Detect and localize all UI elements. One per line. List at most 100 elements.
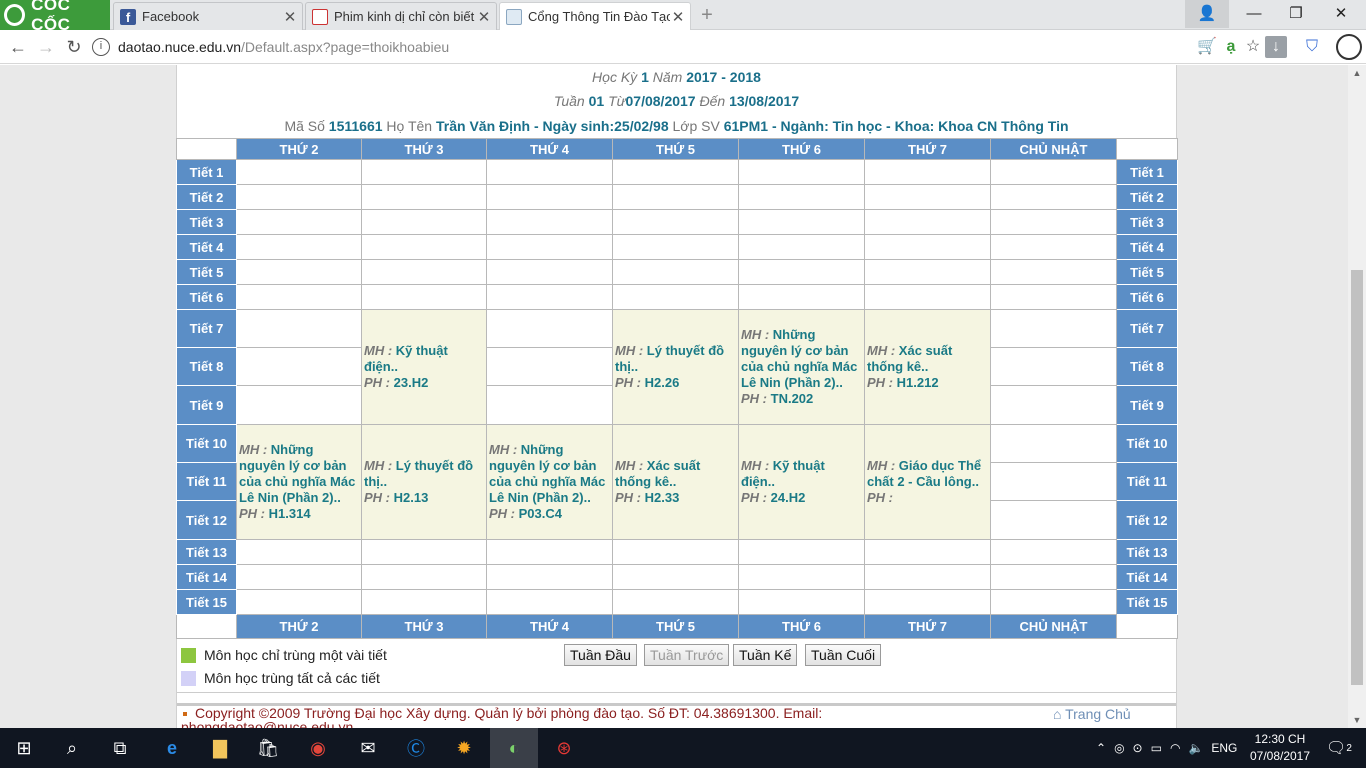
tab-label: Cổng Thông Tin Đào Tạo- bbox=[528, 9, 670, 24]
chrome-icon[interactable]: ◉ bbox=[294, 728, 342, 768]
back-icon[interactable]: ← bbox=[6, 35, 30, 59]
page-viewport: Học Kỳ 1 Năm 2017 - 2018 Tuần 01 Từ07/08… bbox=[0, 65, 1348, 728]
day-header: THỨ 5 bbox=[612, 138, 739, 160]
class-block[interactable]: MH : Xác suất thống kê.. PH : H2.33 bbox=[612, 424, 739, 540]
tab-portal[interactable]: Cổng Thông Tin Đào Tạo- ✕ bbox=[499, 2, 691, 30]
bookmark-star-icon[interactable]: ☆ bbox=[1242, 36, 1264, 58]
week-line: Tuần 01 Từ07/08/2017 Đến 13/08/2017 bbox=[553, 93, 800, 109]
week-value: 01 bbox=[588, 93, 605, 109]
user-icon[interactable]: 👤 bbox=[1185, 0, 1229, 28]
corner-cell bbox=[176, 614, 237, 639]
minimize-icon[interactable]: — bbox=[1231, 0, 1277, 28]
tray-expand-icon[interactable]: ⌃ bbox=[1096, 741, 1106, 755]
next-week-button[interactable]: Tuần Kế bbox=[733, 644, 798, 666]
coccoc-taskbar-icon[interactable]: ◐ bbox=[490, 728, 538, 768]
period-label: Tiết 10 bbox=[1116, 424, 1178, 463]
period-label: Tiết 9 bbox=[176, 385, 237, 425]
class-block[interactable]: MH : Những nguyên lý cơ bản của chủ nghĩ… bbox=[486, 424, 613, 540]
game-icon[interactable]: ✹ bbox=[440, 728, 488, 768]
profile-icon[interactable] bbox=[1336, 34, 1362, 60]
language-indicator[interactable]: ENG bbox=[1211, 741, 1237, 755]
class-block[interactable]: MH : Lý thuyết đồ thị.. PH : H2.26 bbox=[612, 309, 739, 425]
coccoc-brand-button[interactable]: CỐC CỐC bbox=[0, 0, 110, 34]
reload-icon[interactable]: ↻ bbox=[62, 35, 86, 59]
class-block[interactable]: MH : Kỹ thuật điện.. PH : 24.H2 bbox=[738, 424, 865, 540]
close-icon[interactable]: ✕ bbox=[670, 8, 686, 26]
legend-partial: Môn học chỉ trùng một vài tiết bbox=[181, 647, 387, 663]
download-icon[interactable]: ↓ bbox=[1265, 36, 1287, 58]
day-header: THỨ 2 bbox=[236, 138, 362, 160]
period-label: Tiết 15 bbox=[1116, 589, 1178, 615]
day-header: THỨ 2 bbox=[236, 614, 362, 639]
window-close-icon[interactable]: ✕ bbox=[1318, 0, 1364, 28]
home-link[interactable]: ⌂ Trang Chủ bbox=[1053, 707, 1131, 721]
legend-swatch-lavender bbox=[181, 670, 196, 686]
new-tab-icon[interactable]: + bbox=[696, 4, 718, 26]
address-bar[interactable]: i daotao.nuce.edu.vn /Default.aspx?page=… bbox=[92, 34, 1292, 60]
scroll-up-icon[interactable]: ▲ bbox=[1348, 65, 1366, 81]
corner-cell bbox=[1116, 138, 1178, 160]
url-host: daotao.nuce.edu.vn bbox=[118, 39, 241, 55]
to-date: 13/08/2017 bbox=[729, 93, 800, 109]
day-header: THỨ 6 bbox=[738, 138, 865, 160]
battery-icon[interactable]: ▭ bbox=[1151, 741, 1162, 755]
class-block[interactable]: MH : Lý thuyết đồ thị.. PH : H2.13 bbox=[361, 424, 487, 540]
wifi-icon[interactable]: ◠ bbox=[1170, 741, 1180, 755]
mail-icon[interactable]: ✉ bbox=[344, 728, 392, 768]
period-label: Tiết 12 bbox=[1116, 500, 1178, 540]
search-icon[interactable]: ⌕ bbox=[48, 728, 96, 768]
skype-like-icon[interactable]: Ⓒ bbox=[392, 728, 440, 768]
close-icon[interactable]: ✕ bbox=[282, 8, 298, 26]
file-explorer-icon[interactable]: ▇ bbox=[196, 728, 244, 768]
edge-icon[interactable]: e bbox=[148, 728, 196, 768]
shield-icon[interactable]: ⛉ bbox=[1301, 36, 1323, 58]
class-block[interactable]: MH : Giáo dục Thể chất 2 - Cầu lông.. PH … bbox=[864, 424, 991, 540]
translate-icon[interactable]: ạ bbox=[1220, 36, 1242, 58]
day-header: CHỦ NHẬT bbox=[990, 138, 1117, 160]
close-icon[interactable]: ✕ bbox=[476, 8, 492, 26]
legend-swatch-green bbox=[181, 647, 196, 663]
semester-line: Học Kỳ 1 Năm 2017 - 2018 bbox=[592, 69, 761, 85]
tray-app-icon[interactable]: ◎ bbox=[1114, 741, 1124, 755]
info-icon[interactable]: i bbox=[92, 38, 110, 56]
day-header: THỨ 7 bbox=[864, 138, 991, 160]
tab-label: Facebook bbox=[142, 9, 200, 24]
app-icon[interactable]: ⊛ bbox=[540, 728, 588, 768]
first-week-button[interactable]: Tuần Đầu bbox=[564, 644, 637, 666]
shopping-cart-icon[interactable]: 🛒 bbox=[1196, 36, 1218, 58]
corner-cell bbox=[1116, 614, 1178, 639]
last-week-button[interactable]: Tuần Cuối bbox=[805, 644, 882, 666]
notification-center-icon[interactable]: 🗨 2 bbox=[1326, 728, 1352, 768]
store-icon[interactable]: 🛍 bbox=[244, 728, 292, 768]
period-label: Tiết 13 bbox=[176, 539, 237, 565]
task-view-icon[interactable]: ⧉ bbox=[96, 728, 144, 768]
facebook-icon: f bbox=[120, 8, 136, 25]
windows-taskbar: ⊞ ⌕ ⧉ e ▇ 🛍 ◉ ✉ Ⓒ ✹ ◐ ⊛ ⌃ ◎ ⊙ ▭ ◠ 🔈 ENG … bbox=[0, 728, 1366, 768]
tab-news[interactable]: Phim kinh dị chỉ còn biết c ✕ bbox=[305, 2, 497, 30]
class-block[interactable]: MH : Những nguyên lý cơ bản của chủ nghĩ… bbox=[738, 309, 865, 425]
page-scrollbar[interactable]: ▲ ▼ bbox=[1348, 65, 1366, 728]
restore-icon[interactable]: ❐ bbox=[1273, 0, 1319, 28]
tab-facebook[interactable]: f Facebook ✕ bbox=[113, 2, 303, 30]
bullet-icon bbox=[183, 712, 187, 716]
scrollbar-thumb[interactable] bbox=[1351, 270, 1363, 685]
previous-week-button[interactable]: Tuần Trước bbox=[644, 644, 730, 666]
clock[interactable]: 12:30 CH 07/08/2017 bbox=[1244, 731, 1316, 765]
scroll-down-icon[interactable]: ▼ bbox=[1348, 712, 1366, 728]
timetable: THỨ 2 THỨ 3 THỨ 4 THỨ 5 THỨ 6 THỨ 7 CHỦ … bbox=[176, 138, 1178, 639]
class-block[interactable]: MH : Xác suất thống kê.. PH : H1.212 bbox=[864, 309, 991, 425]
tray-network-icon[interactable]: ⊙ bbox=[1133, 741, 1143, 755]
period-label: Tiết 3 bbox=[176, 209, 237, 235]
windows-start-icon[interactable]: ⊞ bbox=[0, 728, 48, 768]
forward-icon[interactable]: → bbox=[34, 35, 58, 59]
browser-tab-bar: CỐC CỐC f Facebook ✕ Phim kinh dị chỉ cò… bbox=[0, 0, 1366, 34]
volume-icon[interactable]: 🔈 bbox=[1188, 741, 1203, 755]
day-header: THỨ 7 bbox=[864, 614, 991, 639]
class-block[interactable]: MH : Kỹ thuật điện.. PH : 23.H2 bbox=[361, 309, 487, 425]
footer-email[interactable]: phongdaotao@nuce.edu.vn bbox=[181, 719, 353, 728]
day-header: THỨ 3 bbox=[361, 138, 487, 160]
class-block[interactable]: MH : Những nguyên lý cơ bản của chủ nghĩ… bbox=[236, 424, 362, 540]
period-label: Tiết 14 bbox=[176, 564, 237, 590]
clock-date: 07/08/2017 bbox=[1249, 749, 1311, 763]
student-class: 61PM1 - Ngành: Tin học - Khoa: Khoa CN T… bbox=[723, 118, 1069, 134]
